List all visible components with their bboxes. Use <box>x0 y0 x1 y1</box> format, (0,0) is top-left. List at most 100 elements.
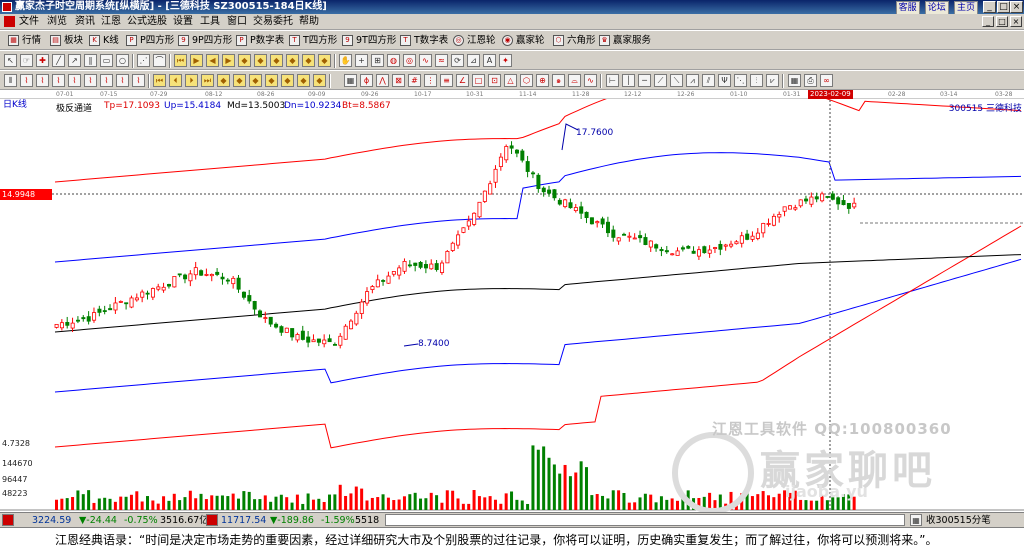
9t-square-button[interactable]: 9 9T四方形 <box>342 33 396 48</box>
quote-button[interactable]: ▦ 行情 <box>8 33 41 48</box>
t-number-table-button[interactable]: T T数字表 <box>400 33 448 48</box>
maximize-button[interactable]: □ <box>997 1 1010 13</box>
arrow-left-icon[interactable]: ◀ <box>206 54 219 67</box>
gann-wheel-button[interactable]: ◎ 江恩轮 <box>453 33 496 48</box>
cycle-c-icon[interactable]: ⌇ <box>52 74 65 87</box>
cycle-g-icon[interactable]: ⌇ <box>116 74 129 87</box>
arc-grid-icon[interactable]: ⌓ <box>568 74 581 87</box>
p-number-table-button[interactable]: P P数字表 <box>236 33 284 48</box>
kline-chart[interactable]: 07-01 07-15 07-29 08-12 08-26 09-09 09-2… <box>0 90 1024 512</box>
time-zone-icon[interactable]: ⋮ <box>424 74 437 87</box>
menu-tools[interactable]: 工具 <box>200 15 220 29</box>
bars-tool-icon[interactable]: ⫴ <box>4 74 17 87</box>
child-close-button[interactable]: × <box>1010 16 1022 27</box>
menu-file[interactable]: 文件 <box>19 15 39 29</box>
wave-grid-icon[interactable]: ∿ <box>584 74 597 87</box>
hand-tool-icon[interactable]: ☞ <box>20 54 33 67</box>
close-button[interactable]: × <box>1010 1 1023 13</box>
arrow-right-icon[interactable]: ▶ <box>222 54 235 67</box>
gann-grid-icon[interactable]: # <box>408 74 421 87</box>
star-tool-icon[interactable]: ✦ <box>499 54 512 67</box>
sector-button[interactable]: ▤ 板块 <box>50 33 83 48</box>
gold-diamond-c-icon[interactable]: ◆ <box>249 74 262 87</box>
spring-tool-icon[interactable]: ∿ <box>419 54 432 67</box>
square9-tool-icon[interactable]: ⊡ <box>488 74 501 87</box>
diamond-1-icon[interactable]: ◆ <box>238 54 251 67</box>
step-first-icon[interactable]: ⏮ <box>153 74 166 87</box>
trend-up-icon[interactable]: ⟋ <box>654 74 667 87</box>
measure-tool-icon[interactable]: ⊿ <box>467 54 480 67</box>
forum-link[interactable]: 论坛 <box>924 1 949 15</box>
circle-tool-icon[interactable]: ○ <box>116 54 129 67</box>
arc-tool-icon[interactable]: ⌒ <box>153 54 166 67</box>
triangle-tool-icon[interactable]: △ <box>504 74 517 87</box>
vline-tool-icon[interactable]: │ <box>622 74 635 87</box>
wave-tool-icon[interactable]: ≈ <box>435 54 448 67</box>
step-next-icon[interactable]: ⏵ <box>185 74 198 87</box>
cycle-b-icon[interactable]: ⌇ <box>36 74 49 87</box>
diamond-2-icon[interactable]: ◆ <box>254 54 267 67</box>
hexagon-button[interactable]: ⬡ 六角形 <box>553 33 596 48</box>
cross-tool-icon[interactable]: ✚ <box>36 54 49 67</box>
text-tool-icon[interactable]: A <box>483 54 496 67</box>
hex-tool-icon[interactable]: ⬡ <box>520 74 533 87</box>
fan-tool-icon[interactable]: ⋰ <box>137 54 150 67</box>
diamond-6-icon[interactable]: ◆ <box>318 54 331 67</box>
regression-tool-icon[interactable]: ⋱ <box>734 74 747 87</box>
tick-data-label[interactable]: 收300515分笔 <box>926 514 991 527</box>
cycle-h-icon[interactable]: ⌇ <box>132 74 145 87</box>
gold-diamond-b-icon[interactable]: ◆ <box>233 74 246 87</box>
cycle-e-icon[interactable]: ⌇ <box>84 74 97 87</box>
square-tool-icon[interactable]: □ <box>472 74 485 87</box>
gold-diamond-e-icon[interactable]: ◆ <box>281 74 294 87</box>
calculator-icon[interactable]: ▦ <box>788 74 801 87</box>
diamond-4-icon[interactable]: ◆ <box>286 54 299 67</box>
plus-tool-icon[interactable]: + <box>355 54 368 67</box>
speed-line-icon[interactable]: ⩗ <box>766 74 779 87</box>
zigzag-tool-icon[interactable]: ⩘ <box>686 74 699 87</box>
menu-window[interactable]: 窗口 <box>227 15 247 29</box>
play-next-icon[interactable]: ▶ <box>190 54 203 67</box>
p-square-button[interactable]: P P四方形 <box>126 33 174 48</box>
parallel-tool-icon[interactable]: ⫽ <box>702 74 715 87</box>
t-square-button[interactable]: T T四方形 <box>289 33 337 48</box>
menu-settings[interactable]: 设置 <box>173 15 193 29</box>
menu-gann[interactable]: 江恩 <box>101 15 121 29</box>
fib-tool-icon[interactable]: ϕ <box>360 74 373 87</box>
rect-tool-icon[interactable]: ▭ <box>100 54 113 67</box>
angle-tool-icon[interactable]: ∠ <box>456 74 469 87</box>
diamond-5-icon[interactable]: ◆ <box>302 54 315 67</box>
ruler-tool-icon[interactable]: ⊢ <box>606 74 619 87</box>
step-prev-icon[interactable]: ⏴ <box>169 74 182 87</box>
cycle-tool-icon[interactable]: ⟳ <box>451 54 464 67</box>
winner-wheel-button[interactable]: ◉ 赢家轮 <box>502 33 545 48</box>
trend-down-icon[interactable]: ⟍ <box>670 74 683 87</box>
cycle-d-icon[interactable]: ⌇ <box>68 74 81 87</box>
infinity-icon[interactable]: ∞ <box>820 74 833 87</box>
zoom-tool-icon[interactable]: ⊞ <box>371 54 384 67</box>
gann-box-icon[interactable]: ⊠ <box>392 74 405 87</box>
print-icon[interactable]: ⎙ <box>804 74 817 87</box>
gold-diamond-g-icon[interactable]: ◆ <box>313 74 326 87</box>
circle-grid-icon[interactable]: ⊕ <box>536 74 549 87</box>
child-minimize-button[interactable]: _ <box>982 16 994 27</box>
ray-tool-icon[interactable]: ↗ <box>68 54 81 67</box>
child-restore-button[interactable]: □ <box>996 16 1008 27</box>
spiral-tool-icon[interactable]: ◍ <box>387 54 400 67</box>
cycle-a-icon[interactable]: ⌇ <box>20 74 33 87</box>
menu-trade[interactable]: 交易委托 <box>253 15 293 29</box>
menu-browse[interactable]: 浏览 <box>47 15 67 29</box>
menu-news[interactable]: 资讯 <box>75 15 95 29</box>
target-tool-icon[interactable]: ◎ <box>403 54 416 67</box>
cycle-f-icon[interactable]: ⌇ <box>100 74 113 87</box>
gann-fan-icon[interactable]: ⋀ <box>376 74 389 87</box>
gold-diamond-f-icon[interactable]: ◆ <box>297 74 310 87</box>
9p-square-button[interactable]: 9 9P四方形 <box>178 33 232 48</box>
play-first-icon[interactable]: ⏮ <box>174 54 187 67</box>
channel-tool-icon[interactable]: ∥ <box>84 54 97 67</box>
cursor-tool-icon[interactable]: ↖ <box>4 54 17 67</box>
customer-service-link[interactable]: 客服 <box>895 1 920 15</box>
menu-help[interactable]: 帮助 <box>299 15 319 29</box>
winner-service-button[interactable]: ♛ 赢家服务 <box>599 33 651 48</box>
homepage-link[interactable]: 主页 <box>953 1 978 15</box>
